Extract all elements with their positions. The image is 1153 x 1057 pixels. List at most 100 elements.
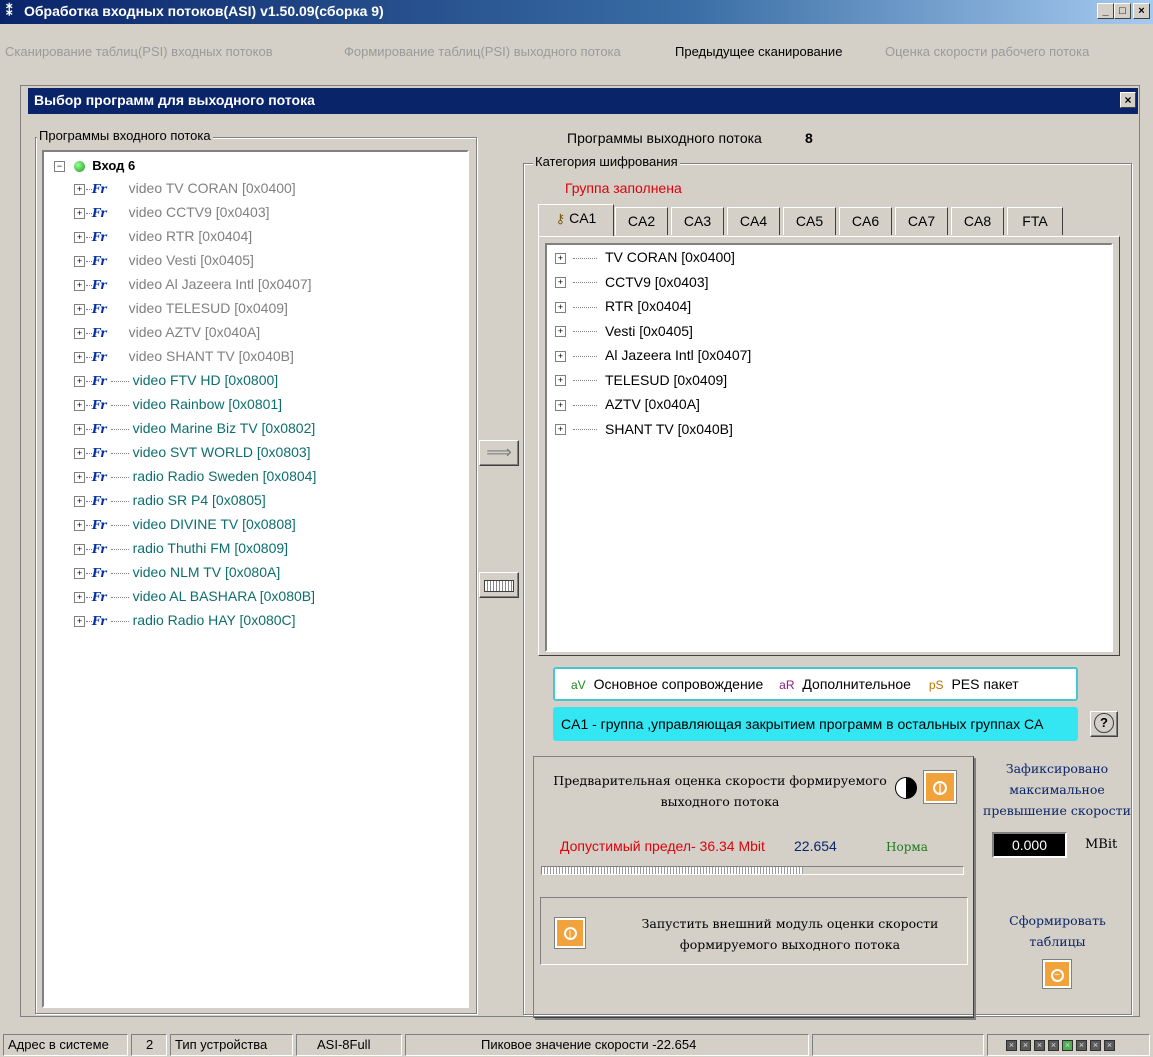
expand-icon[interactable]: + — [555, 252, 566, 264]
expand-icon[interactable]: + — [74, 207, 85, 219]
input-program-row[interactable]: + Fr video FTV HD [0x0800] — [74, 372, 278, 396]
tree-root[interactable]: − Вход 6 — [54, 158, 135, 173]
expand-icon[interactable]: + — [74, 471, 85, 483]
expand-icon[interactable]: + — [74, 351, 85, 363]
help-button[interactable]: ? — [1090, 711, 1118, 737]
tab-ca7[interactable]: CA7 — [895, 207, 948, 235]
output-program-name: CCTV9 [0x0403] — [605, 273, 709, 290]
maximize-button[interactable]: □ — [1114, 3, 1131, 19]
program-name: FTV HD [0x0800] — [170, 372, 279, 388]
output-program-row[interactable]: + SHANT TV [0x040B] — [555, 421, 733, 437]
program-name: TV CORAN [0x0400] — [165, 180, 296, 196]
expand-icon[interactable]: + — [555, 375, 566, 387]
expand-icon[interactable]: + — [74, 375, 85, 387]
input-program-row[interactable]: + Fr video SHANT TV [0x040B] — [74, 348, 294, 372]
close-button[interactable]: × — [1133, 3, 1150, 19]
output-program-row[interactable]: + TV CORAN [0x0400] — [555, 249, 735, 265]
ext-line1: Запустить внешний модуль оценки скорости — [641, 916, 939, 931]
expand-icon[interactable]: + — [74, 591, 85, 603]
input-program-row[interactable]: + Fr radio Radio Sweden [0x0804] — [74, 468, 316, 492]
tree-connector — [110, 476, 129, 478]
input-program-row[interactable]: + Fr video RTR [0x0404] — [74, 228, 252, 252]
output-list[interactable]: + TV CORAN [0x0400] + CCTV9 [0x0403] + RTR [0… — [545, 243, 1113, 652]
expand-icon[interactable]: + — [74, 519, 85, 531]
input-program-row[interactable]: + Fr radio SR P4 [0x0805] — [74, 492, 266, 516]
output-program-row[interactable]: + Vesti [0x0405] — [555, 323, 693, 339]
expand-icon[interactable]: + — [555, 277, 566, 289]
expand-icon[interactable]: + — [555, 350, 566, 362]
input-program-row[interactable]: + Fr video Rainbow [0x0801] — [74, 396, 282, 420]
expand-icon[interactable]: + — [74, 303, 85, 315]
input-program-row[interactable]: + Fr radio Thuthi FM [0x0809] — [74, 540, 288, 564]
input-program-row[interactable]: + Fr video Al Jazeera Intl [0x0407] — [74, 276, 312, 300]
input-program-row[interactable]: + Fr video AZTV [0x040A] — [74, 324, 260, 348]
tab-ca3[interactable]: CA3 — [671, 207, 724, 235]
output-program-row[interactable]: + RTR [0x0404] — [555, 298, 691, 314]
menu-scan-input[interactable]: Сканирование таблиц(PSI) входных потоков — [5, 44, 273, 59]
dialog-close-button[interactable]: × — [1120, 92, 1136, 108]
expand-icon[interactable]: + — [74, 231, 85, 243]
arrow-right-icon: ⟹ — [486, 442, 512, 462]
input-program-row[interactable]: + Fr radio Radio HAY [0x080C] — [74, 612, 296, 636]
expand-icon[interactable]: + — [74, 567, 85, 579]
expand-icon[interactable]: + — [74, 255, 85, 267]
minimize-button[interactable]: _ — [1097, 3, 1114, 19]
expand-icon[interactable]: + — [555, 399, 566, 411]
speed-estimate-button[interactable]: | — [924, 771, 956, 803]
tab-ca8[interactable]: CA8 — [951, 207, 1004, 235]
output-program-row[interactable]: + CCTV9 [0x0403] — [555, 274, 709, 290]
stream-legend: aV Основное сопровождение aR Дополнитель… — [553, 667, 1078, 701]
tab-ca2[interactable]: CA2 — [615, 207, 668, 235]
input-program-row[interactable]: + Fr video NLM TV [0x080A] — [74, 564, 280, 588]
expand-icon[interactable]: + — [74, 495, 85, 507]
tab-ca4[interactable]: CA4 — [727, 207, 780, 235]
menu-previous-scan[interactable]: Предыдущее сканирование — [675, 44, 842, 59]
expand-icon[interactable]: + — [74, 399, 85, 411]
expand-icon[interactable]: + — [74, 423, 85, 435]
expand-icon[interactable]: + — [555, 326, 566, 338]
excess-line2: максимальное — [1009, 782, 1105, 797]
remove-from-output-button[interactable] — [479, 572, 519, 598]
tab-ca5[interactable]: CA5 — [783, 207, 836, 235]
tab-ca6[interactable]: CA6 — [839, 207, 892, 235]
expand-icon[interactable]: + — [555, 424, 566, 436]
add-to-output-button[interactable]: ⟹ — [479, 440, 519, 466]
tree-connector — [573, 380, 597, 382]
output-program-row[interactable]: + TELESUD [0x0409] — [555, 372, 727, 388]
expand-icon[interactable]: + — [555, 301, 566, 313]
input-program-row[interactable]: + Fr video SVT WORLD [0x0803] — [74, 444, 311, 468]
scrambled-tag-icon: Fr — [92, 542, 107, 556]
indicator-icon: × — [1090, 1040, 1101, 1052]
speed-status: Норма — [886, 840, 928, 854]
menu-rate-estimate[interactable]: Оценка скорости рабочего потока — [885, 44, 1089, 59]
program-name: Rainbow [0x0801] — [170, 396, 283, 412]
expand-icon[interactable]: + — [74, 327, 85, 339]
tab-ca1[interactable]: ⚷ CA1 — [538, 204, 614, 236]
window-title-bar: ⁑ Обработка входных потоков(ASI) v1.50.0… — [0, 0, 1153, 24]
input-program-row[interactable]: + Fr video TELESUD [0x0409] — [74, 300, 288, 324]
input-tree[interactable]: − Вход 6 + Fr video TV CORAN [0x0400] + Fr vi… — [42, 150, 469, 1008]
input-program-row[interactable]: + Fr video Marine Biz TV [0x0802] — [74, 420, 315, 444]
expand-icon[interactable]: + — [74, 279, 85, 291]
external-module-button[interactable]: | — [555, 918, 585, 948]
input-program-row[interactable]: + Fr video DIVINE TV [0x0808] — [74, 516, 296, 540]
output-program-row[interactable]: + AZTV [0x040A] — [555, 396, 700, 412]
expand-icon[interactable]: + — [74, 543, 85, 555]
output-program-row[interactable]: + Al Jazeera Intl [0x0407] — [555, 347, 751, 363]
expand-icon[interactable]: + — [74, 615, 85, 627]
input-program-row[interactable]: + Fr video CCTV9 [0x0403] — [74, 204, 270, 228]
menu-form-output[interactable]: Формирование таблиц(PSI) выходного поток… — [344, 44, 621, 59]
input-program-row[interactable]: + Fr video TV CORAN [0x0400] — [74, 180, 296, 204]
scrambled-tag-icon: Fr — [92, 230, 107, 244]
expand-icon[interactable]: + — [74, 183, 85, 195]
tab-fta[interactable]: FTA — [1007, 207, 1063, 235]
expand-icon[interactable]: + — [74, 447, 85, 459]
scrambled-tag-icon: Fr — [92, 206, 107, 220]
program-type: video — [132, 372, 167, 388]
collapse-icon[interactable]: − — [54, 161, 65, 173]
tree-connector — [110, 572, 129, 574]
input-program-row[interactable]: + Fr video Vesti [0x0405] — [74, 252, 254, 276]
input-program-row[interactable]: + Fr video AL BASHARA [0x080B] — [74, 588, 315, 612]
form-tables-button[interactable]: − — [1043, 960, 1071, 988]
output-programs-count: 8 — [805, 130, 813, 146]
